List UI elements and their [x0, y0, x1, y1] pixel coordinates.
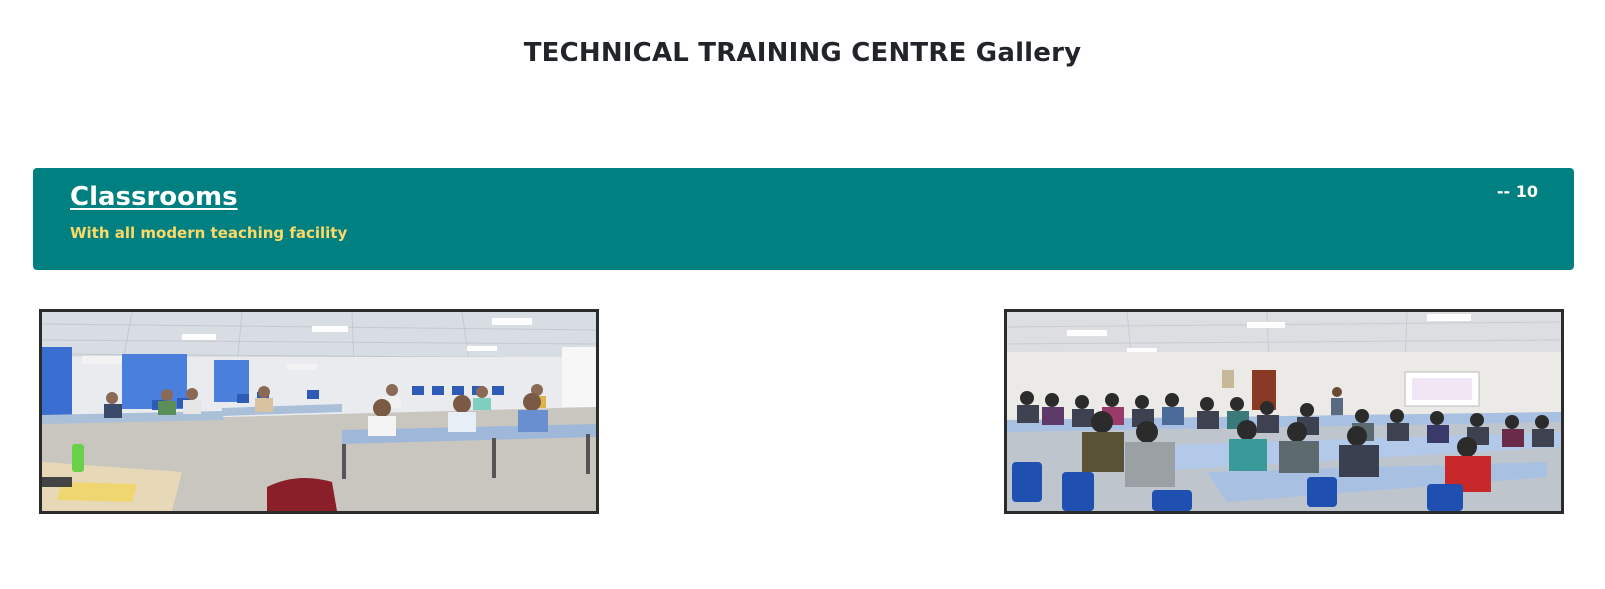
classroom-photo-1-image	[42, 312, 596, 511]
classroom-photo-1[interactable]	[39, 309, 599, 514]
page-title: TECHNICAL TRAINING CENTRE Gallery	[523, 38, 1082, 68]
section-subtitle: With all modern teaching facility	[70, 224, 348, 242]
section-count: -- 10	[1496, 182, 1538, 201]
section-title-link[interactable]: Classrooms	[70, 182, 238, 212]
section-banner: Classrooms With all modern teaching faci…	[33, 168, 1574, 270]
classroom-photo-2[interactable]	[1004, 309, 1564, 514]
classroom-photo-2-image	[1007, 312, 1561, 511]
